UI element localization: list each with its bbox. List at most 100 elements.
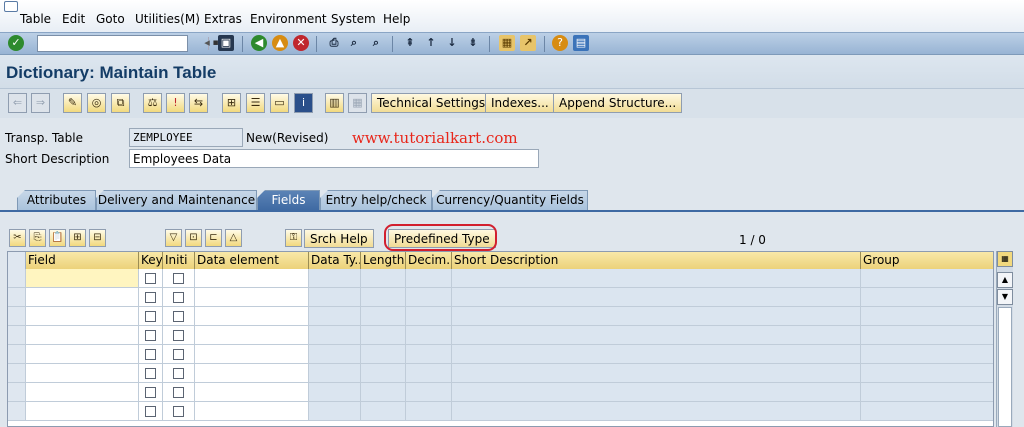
key-checkbox[interactable] bbox=[145, 368, 156, 379]
tab-fields[interactable]: Fields bbox=[257, 190, 320, 210]
menu-help[interactable]: Help bbox=[383, 12, 410, 26]
sort-icon[interactable]: △ bbox=[225, 229, 242, 247]
initial-cell[interactable] bbox=[163, 383, 195, 402]
hierarchy-icon[interactable]: ⊞ bbox=[222, 93, 241, 113]
srch-help-button[interactable]: Srch Help bbox=[304, 229, 374, 248]
field-cell[interactable] bbox=[26, 383, 139, 402]
column-header-decimals[interactable]: Decim... bbox=[406, 252, 452, 269]
data-element-cell[interactable] bbox=[195, 269, 309, 288]
column-header-key[interactable]: Key bbox=[139, 252, 163, 269]
key-checkbox[interactable] bbox=[145, 387, 156, 398]
row-selector[interactable] bbox=[8, 402, 26, 421]
menu-environment[interactable]: Environment bbox=[250, 12, 327, 26]
command-field[interactable]: ▪ bbox=[37, 35, 219, 52]
table-name-field[interactable]: ZEMPLOYEE bbox=[129, 128, 243, 147]
row-selector[interactable] bbox=[8, 307, 26, 326]
initial-cell[interactable] bbox=[163, 345, 195, 364]
app-menu-icon[interactable] bbox=[4, 1, 18, 12]
initial-checkbox[interactable] bbox=[173, 292, 184, 303]
column-header-field[interactable]: Field bbox=[26, 252, 139, 269]
tab-entry-help-check[interactable]: Entry help/check bbox=[320, 190, 432, 210]
column-header-data-type[interactable]: Data Ty... bbox=[309, 252, 361, 269]
scroll-up-icon[interactable]: ▲ bbox=[997, 272, 1013, 288]
row-selector[interactable] bbox=[8, 288, 26, 307]
scroll-track[interactable] bbox=[998, 307, 1012, 427]
initial-checkbox[interactable] bbox=[173, 311, 184, 322]
field-cell[interactable] bbox=[26, 288, 139, 307]
initial-checkbox[interactable] bbox=[173, 406, 184, 417]
data-element-cell[interactable] bbox=[195, 383, 309, 402]
cut-icon[interactable]: ✂ bbox=[9, 229, 26, 247]
row-selector[interactable] bbox=[8, 383, 26, 402]
key-cell[interactable] bbox=[139, 326, 163, 345]
data-element-cell[interactable] bbox=[195, 307, 309, 326]
row-selector[interactable] bbox=[8, 326, 26, 345]
column-header-length[interactable]: Length bbox=[361, 252, 406, 269]
print-icon[interactable]: ⎙ bbox=[326, 35, 342, 51]
field-cell[interactable] bbox=[26, 307, 139, 326]
graphic-icon[interactable]: ▥ bbox=[325, 93, 344, 113]
back-icon[interactable]: ◀ bbox=[251, 35, 267, 51]
key-checkbox[interactable] bbox=[145, 406, 156, 417]
deselect-icon[interactable]: ⊏ bbox=[205, 229, 222, 247]
active-inactive-icon[interactable]: ◎ bbox=[87, 93, 106, 113]
append-structure-button[interactable]: Append Structure... bbox=[553, 93, 683, 113]
exit-icon[interactable]: ▲ bbox=[272, 35, 288, 51]
where-used-icon[interactable]: ⇆ bbox=[189, 93, 208, 113]
back-arrow-icon[interactable]: ⇐ bbox=[8, 93, 27, 113]
tab-currency-quantity-fields[interactable]: Currency/Quantity Fields bbox=[432, 190, 588, 210]
initial-checkbox[interactable] bbox=[173, 273, 184, 284]
initial-cell[interactable] bbox=[163, 402, 195, 421]
shortcut-icon[interactable]: ↗ bbox=[520, 35, 536, 51]
delete-row-icon[interactable]: ⊟ bbox=[89, 229, 106, 247]
select-all-corner[interactable] bbox=[8, 252, 26, 269]
column-header-initial[interactable]: Initi bbox=[163, 252, 195, 269]
key-cell[interactable] bbox=[139, 288, 163, 307]
search-help-icon[interactable]: ⚿ bbox=[285, 229, 302, 247]
initial-cell[interactable] bbox=[163, 326, 195, 345]
table-vertical-scrollbar[interactable]: ▦ ▲ ▼ bbox=[996, 251, 1013, 427]
help-icon[interactable]: ? bbox=[552, 35, 568, 51]
indexes-button[interactable]: Indexes... bbox=[485, 93, 555, 113]
object-list-icon[interactable]: ☰ bbox=[246, 93, 265, 113]
key-cell[interactable] bbox=[139, 364, 163, 383]
field-cell[interactable] bbox=[26, 269, 139, 288]
field-cell[interactable] bbox=[26, 364, 139, 383]
technical-settings-button[interactable]: Technical Settings bbox=[371, 93, 492, 113]
save-icon[interactable]: ▣ bbox=[218, 35, 234, 51]
cancel-icon[interactable]: ✕ bbox=[293, 35, 309, 51]
row-selector[interactable] bbox=[8, 345, 26, 364]
activate-icon[interactable]: ǃ bbox=[166, 93, 185, 113]
scroll-down-icon[interactable]: ▼ bbox=[997, 289, 1013, 305]
key-checkbox[interactable] bbox=[145, 330, 156, 341]
select-all-icon[interactable]: ⊡ bbox=[185, 229, 202, 247]
display-change-icon[interactable]: ✎ bbox=[63, 93, 82, 113]
insert-row-icon[interactable]: ⊞ bbox=[69, 229, 86, 247]
initial-cell[interactable] bbox=[163, 307, 195, 326]
tab-delivery-and-maintenance[interactable]: Delivery and Maintenance bbox=[96, 190, 257, 210]
menu-goto[interactable]: Goto bbox=[96, 12, 125, 26]
key-cell[interactable] bbox=[139, 383, 163, 402]
forward-arrow-icon[interactable]: ⇒ bbox=[31, 93, 50, 113]
initial-cell[interactable] bbox=[163, 364, 195, 383]
paste-icon[interactable]: 📋 bbox=[49, 229, 66, 247]
initial-cell[interactable] bbox=[163, 288, 195, 307]
initial-checkbox[interactable] bbox=[173, 349, 184, 360]
key-cell[interactable] bbox=[139, 402, 163, 421]
field-cell[interactable] bbox=[26, 345, 139, 364]
filter-icon[interactable]: ▽ bbox=[165, 229, 182, 247]
create-session-icon[interactable]: ▦ bbox=[499, 35, 515, 51]
data-element-cell[interactable] bbox=[195, 345, 309, 364]
data-element-cell[interactable] bbox=[195, 364, 309, 383]
menu-utilities[interactable]: Utilities(M) bbox=[135, 12, 200, 26]
initial-checkbox[interactable] bbox=[173, 387, 184, 398]
column-header-short-description[interactable]: Short Description bbox=[452, 252, 861, 269]
menu-table[interactable]: Table bbox=[20, 12, 51, 26]
key-cell[interactable] bbox=[139, 307, 163, 326]
menu-extras[interactable]: Extras bbox=[204, 12, 242, 26]
display-object-icon[interactable]: ▭ bbox=[270, 93, 289, 113]
find-next-icon[interactable]: ⌕ bbox=[368, 35, 384, 51]
menu-system[interactable]: System bbox=[331, 12, 376, 26]
find-icon[interactable]: ⌕ bbox=[346, 35, 362, 51]
copy-icon[interactable]: ⎘ bbox=[29, 229, 46, 247]
